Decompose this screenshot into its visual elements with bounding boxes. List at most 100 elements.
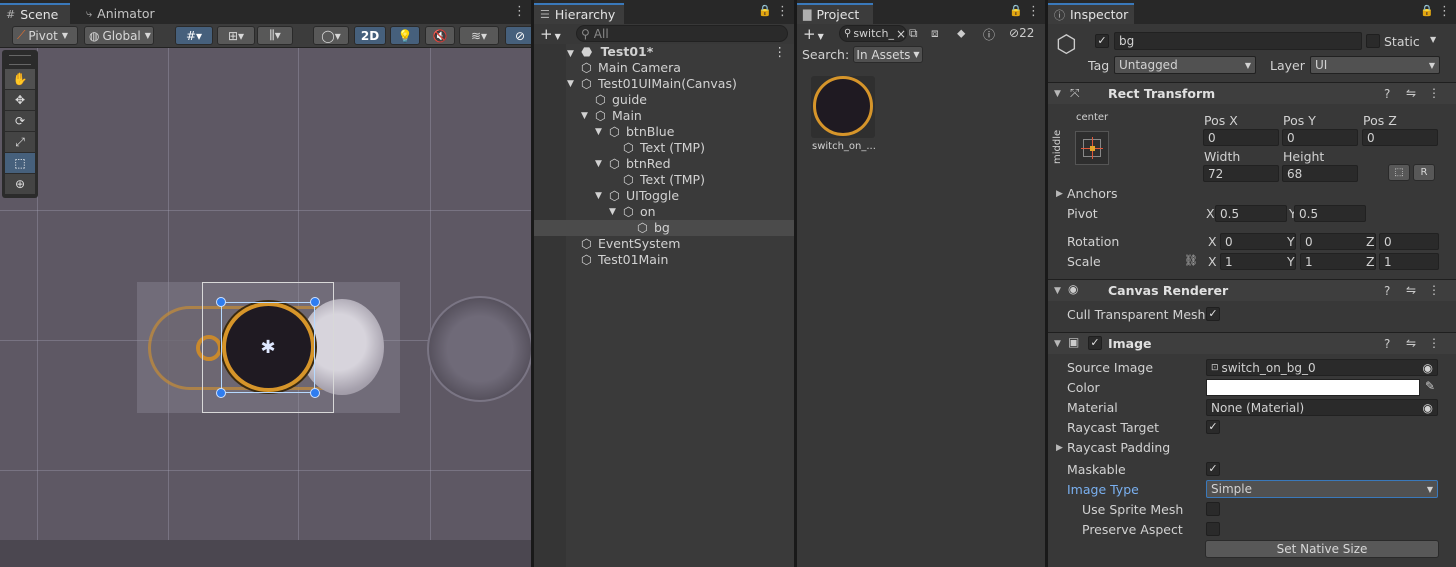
anchors-label[interactable]: Anchors (1067, 186, 1118, 201)
scene-menu-icon[interactable]: ⋮ (774, 44, 787, 59)
maskable-checkbox[interactable]: ✓ (1206, 462, 1220, 476)
expand-arrow-icon[interactable]: ▼ (609, 207, 616, 217)
transform-tool-icon[interactable]: ⊕ (5, 174, 35, 194)
use-sprite-mesh-checkbox[interactable] (1206, 502, 1220, 516)
width-field[interactable]: 72 (1203, 165, 1279, 182)
effects-dropdown[interactable]: ≋▾ (459, 26, 499, 45)
material-field[interactable]: None (Material) ◉ (1206, 399, 1438, 416)
rect-tool-icon[interactable]: ⬚ (5, 153, 35, 173)
pos-y-field[interactable]: 0 (1282, 129, 1358, 146)
hierarchy-item[interactable]: ▼ ⬡ btnRed (534, 156, 794, 172)
rotate-tool-icon[interactable]: ⟳ (5, 111, 35, 131)
object-picker-icon[interactable]: ◉ (1423, 401, 1433, 415)
tag-dropdown[interactable]: Untagged ▼ (1114, 56, 1256, 74)
hierarchy-item[interactable]: ⬡ EventSystem (534, 236, 794, 252)
rot-z-field[interactable]: 0 (1379, 233, 1439, 250)
eyedropper-icon[interactable]: ✎ (1425, 379, 1435, 393)
lock-icon[interactable]: 🔒 (758, 4, 772, 17)
inspector-menu-icon[interactable]: ⋮ (1438, 4, 1451, 19)
search-by-type-icon[interactable]: ⧉ (909, 26, 918, 41)
canvas-renderer-header[interactable]: ▼ ◉ Canvas Renderer ? ⇋ ⋮ (1048, 279, 1456, 301)
tab-scene[interactable]: # Scene (0, 3, 70, 24)
layer-dropdown[interactable]: UI ▼ (1310, 56, 1440, 74)
scene-row[interactable]: ▼ ⬣ Test01* ⋮ (534, 44, 794, 60)
help-icon[interactable]: ? (1384, 337, 1390, 351)
static-checkbox[interactable] (1366, 34, 1380, 48)
hierarchy-item[interactable]: ▼ ⬡ Main (534, 108, 794, 124)
raycast-padding-label[interactable]: Raycast Padding (1067, 440, 1170, 455)
increment-snap-button[interactable]: ⫼▾ (257, 26, 293, 45)
raycast-padding-expand-icon[interactable]: ▶ (1056, 443, 1063, 453)
search-scope-button[interactable]: In Assets ▼ (853, 46, 923, 63)
hierarchy-item[interactable]: ⬡ Text (TMP) (534, 140, 794, 156)
constrain-proportions-icon[interactable]: ⛓ (1184, 254, 1198, 267)
anchor-presets-button[interactable] (1075, 131, 1109, 165)
rect-transform-header[interactable]: ▼ ⤧ Rect Transform ? ⇋ ⋮ (1048, 82, 1456, 104)
pivot-handle-icon[interactable]: ✱ (258, 338, 278, 358)
hand-tool-icon[interactable]: ✋ (5, 69, 35, 89)
hierarchy-item[interactable]: ⬡ Text (TMP) (534, 172, 794, 188)
collapse-arrow-icon[interactable]: ▼ (1054, 339, 1061, 349)
grid-snap-button[interactable]: #▾ (175, 26, 213, 45)
grid-visibility-button[interactable]: ⊞▾ (217, 26, 255, 45)
rect-handle-br[interactable] (310, 388, 320, 398)
visibility-toggle[interactable]: ⊘ (505, 26, 531, 45)
object-name-field[interactable]: bg (1114, 32, 1362, 50)
expand-arrow-icon[interactable]: ▼ (595, 127, 602, 137)
pivot-dropdown[interactable]: ⟋ Pivot ▼ (12, 26, 78, 45)
tag-icon[interactable]: ⬥ (957, 26, 965, 41)
project-search-input[interactable]: ⚲ switch_ × (839, 25, 907, 42)
expand-arrow-icon[interactable]: ▼ (567, 49, 574, 59)
collapse-arrow-icon[interactable]: ▼ (1054, 89, 1061, 99)
expand-arrow-icon[interactable]: ▼ (567, 79, 574, 89)
blueprint-mode-button[interactable]: ⬚ (1388, 164, 1410, 181)
rect-handle-tr[interactable] (310, 297, 320, 307)
hierarchy-item[interactable]: ▼ ⬡ UIToggle (534, 188, 794, 204)
rot-x-field[interactable]: 0 (1220, 233, 1296, 250)
hierarchy-item[interactable]: ⬡ Main Camera (534, 60, 794, 76)
help-icon[interactable]: ? (1384, 87, 1390, 101)
expand-arrow-icon[interactable]: ▼ (581, 111, 588, 121)
hierarchy-item[interactable]: ▼ ⬡ btnBlue (534, 124, 794, 140)
rect-handle-tl[interactable] (216, 297, 226, 307)
height-field[interactable]: 68 (1282, 165, 1358, 182)
lighting-toggle[interactable]: 💡 (390, 26, 420, 45)
active-checkbox[interactable]: ✓ (1095, 34, 1109, 48)
component-menu-icon[interactable]: ⋮ (1428, 336, 1440, 350)
pos-x-field[interactable]: 0 (1203, 129, 1279, 146)
draw-mode-button[interactable]: ◯▾ (313, 26, 349, 45)
create-button[interactable]: + ▼ (540, 25, 561, 43)
tab-animator[interactable]: ⤷ Animator (80, 3, 163, 24)
color-swatch[interactable] (1206, 379, 1420, 396)
cull-transparent-checkbox[interactable]: ✓ (1206, 307, 1220, 321)
component-menu-icon[interactable]: ⋮ (1428, 283, 1440, 297)
image-header[interactable]: ▼ ▣ ✓ Image ? ⇋ ⋮ (1048, 332, 1456, 354)
clear-search-icon[interactable]: × (896, 27, 906, 41)
scene-viewport[interactable]: ✱ ✋ ✥ ⟳ ⤢ ⬚ ⊕ (0, 48, 531, 567)
project-menu-icon[interactable]: ⋮ (1027, 4, 1040, 19)
hierarchy-item[interactable]: ⬡ Test01Main (534, 252, 794, 268)
tab-hierarchy[interactable]: ☰ Hierarchy (534, 3, 624, 24)
anchors-expand-icon[interactable]: ▶ (1056, 189, 1063, 199)
asset-tile[interactable] (811, 76, 875, 138)
rect-handle-bl[interactable] (216, 388, 226, 398)
hierarchy-search-input[interactable]: ⚲ All (576, 25, 788, 42)
source-image-field[interactable]: ⊡ switch_on_bg_0 ◉ (1206, 359, 1438, 376)
hierarchy-menu-icon[interactable]: ⋮ (776, 4, 789, 19)
presets-icon[interactable]: ⇋ (1406, 336, 1416, 350)
lock-icon[interactable]: 🔒 (1009, 4, 1023, 17)
help-icon[interactable]: ? (1384, 284, 1390, 298)
lock-icon[interactable]: 🔒 (1420, 4, 1434, 17)
info-icon[interactable]: ⓘ (983, 26, 995, 43)
raw-edit-button[interactable]: R (1413, 164, 1435, 181)
raycast-target-checkbox[interactable]: ✓ (1206, 420, 1220, 434)
set-native-size-button[interactable]: Set Native Size (1205, 540, 1439, 558)
move-tool-icon[interactable]: ✥ (5, 90, 35, 110)
audio-toggle[interactable]: 🔇 (425, 26, 455, 45)
expand-arrow-icon[interactable]: ▼ (595, 159, 602, 169)
tab-inspector[interactable]: ⓘ Inspector (1048, 3, 1134, 24)
presets-icon[interactable]: ⇋ (1406, 283, 1416, 297)
scale-y-field[interactable]: 1 (1300, 253, 1376, 270)
static-dropdown-icon[interactable]: ▼ (1430, 35, 1436, 44)
pos-z-field[interactable]: 0 (1362, 129, 1438, 146)
